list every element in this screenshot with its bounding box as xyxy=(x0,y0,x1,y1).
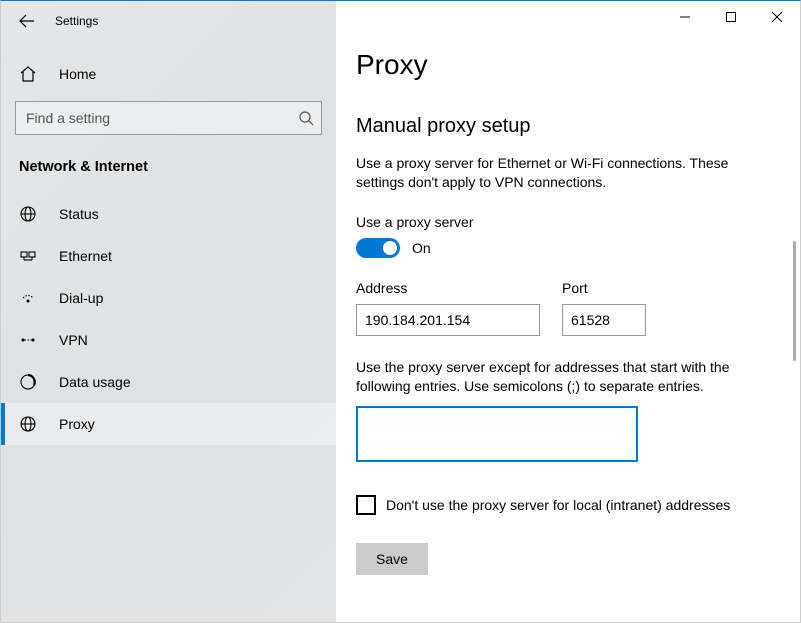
toggle-state-label: On xyxy=(412,240,431,256)
sidebar-nav: Status Ethernet Dial-up xyxy=(1,189,336,445)
sidebar-item-vpn[interactable]: VPN xyxy=(1,319,336,361)
close-icon xyxy=(772,12,782,22)
home-icon xyxy=(19,65,37,83)
sidebar-item-label: Proxy xyxy=(59,416,95,432)
sidebar-item-label: Ethernet xyxy=(59,248,112,264)
exceptions-desc: Use the proxy server except for addresse… xyxy=(356,358,766,396)
data-usage-icon xyxy=(19,373,37,391)
main: Proxy Manual proxy setup Use a proxy ser… xyxy=(336,1,800,622)
sidebar: Settings Home Network & Internet xyxy=(1,1,336,622)
proxy-icon xyxy=(19,415,37,433)
use-proxy-toggle[interactable] xyxy=(356,238,400,258)
back-button[interactable] xyxy=(17,11,37,31)
sidebar-item-datausage[interactable]: Data usage xyxy=(1,361,336,403)
address-port-row: Address Port xyxy=(356,280,768,336)
search-input[interactable] xyxy=(15,101,322,135)
sidebar-section-header: Network & Internet xyxy=(1,153,336,189)
sidebar-item-label: Status xyxy=(59,206,99,222)
search-wrap xyxy=(15,101,322,135)
minimize-icon xyxy=(680,12,690,22)
minimize-button[interactable] xyxy=(662,1,708,33)
sidebar-item-label: Dial-up xyxy=(59,290,103,306)
dialup-icon xyxy=(19,289,37,307)
window-controls xyxy=(662,1,800,33)
sidebar-item-ethernet[interactable]: Ethernet xyxy=(1,235,336,277)
sidebar-item-proxy[interactable]: Proxy xyxy=(1,403,336,445)
use-proxy-label: Use a proxy server xyxy=(356,214,768,230)
section-desc: Use a proxy server for Ethernet or Wi-Fi… xyxy=(356,154,766,192)
titlebar-right xyxy=(336,1,800,41)
titlebar-left: Settings xyxy=(1,1,336,41)
port-input[interactable] xyxy=(562,304,646,336)
save-button[interactable]: Save xyxy=(356,543,428,575)
section-title: Manual proxy setup xyxy=(356,115,768,138)
scrollbar-thumb[interactable] xyxy=(793,241,796,361)
back-arrow-icon xyxy=(19,13,35,29)
close-button[interactable] xyxy=(754,1,800,33)
vpn-icon xyxy=(19,331,37,349)
sidebar-item-dialup[interactable]: Dial-up xyxy=(1,277,336,319)
port-label: Port xyxy=(562,280,646,296)
globe-icon xyxy=(19,205,37,223)
sidebar-item-label: VPN xyxy=(59,332,88,348)
exceptions-input[interactable] xyxy=(356,406,638,462)
address-label: Address xyxy=(356,280,540,296)
address-input[interactable] xyxy=(356,304,540,336)
sidebar-item-status[interactable]: Status xyxy=(1,193,336,235)
local-bypass-label: Don't use the proxy server for local (in… xyxy=(386,497,730,513)
use-proxy-row: On xyxy=(356,238,768,258)
sidebar-item-label: Data usage xyxy=(59,374,131,390)
port-field-group: Port xyxy=(562,280,646,336)
ethernet-icon xyxy=(19,247,37,265)
content: Proxy Manual proxy setup Use a proxy ser… xyxy=(336,41,800,622)
sidebar-home[interactable]: Home xyxy=(1,53,336,95)
local-bypass-row: Don't use the proxy server for local (in… xyxy=(356,495,768,515)
sidebar-home-label: Home xyxy=(59,66,96,82)
app-title: Settings xyxy=(55,14,98,28)
maximize-icon xyxy=(726,12,736,22)
maximize-button[interactable] xyxy=(708,1,754,33)
address-field-group: Address xyxy=(356,280,540,336)
local-bypass-checkbox[interactable] xyxy=(356,495,376,515)
page-title: Proxy xyxy=(356,49,768,81)
